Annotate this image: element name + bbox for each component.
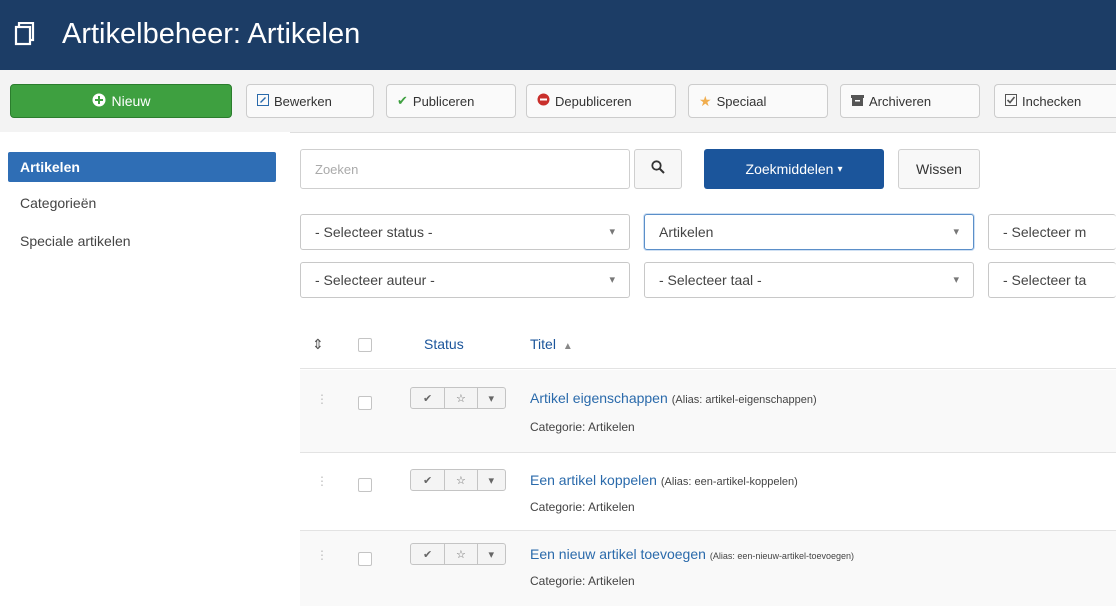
table-row [300, 370, 1116, 452]
caret-down-icon: ▾ [609, 226, 615, 238]
new-button[interactable]: Nieuw [10, 84, 232, 118]
sidebar-item-label: Artikelen [20, 159, 80, 175]
actions-dropdown[interactable]: ▾ [478, 544, 505, 564]
language-filter-value: - Selecteer taal - [659, 272, 762, 288]
title-column-header[interactable]: Titel ▲ [530, 336, 573, 352]
search-placeholder: Zoeken [315, 161, 359, 177]
article-category: Categorie: Artikelen [530, 500, 635, 514]
clear-button[interactable]: Wissen [898, 149, 980, 189]
checkbox-icon [1005, 93, 1017, 109]
unpublish-button-label: Depubliceren [555, 93, 632, 109]
caret-down-icon: ▾ [953, 226, 959, 238]
category-filter-select[interactable]: Artikelen ▾ [644, 214, 974, 250]
caret-down-icon: ▾ [953, 274, 959, 286]
unpublish-button[interactable]: Depubliceren [526, 84, 676, 118]
drag-handle-icon[interactable]: ⋮ [316, 474, 328, 488]
article-title-link[interactable]: Artikel eigenschappen (Alias: artikel-eig… [530, 390, 817, 406]
featured-button[interactable]: ★ Speciaal [688, 84, 828, 118]
sidebar-item-featured[interactable]: Speciale artikelen [8, 229, 276, 253]
article-category: Categorie: Artikelen [530, 420, 635, 434]
sidebar-item-articles[interactable]: Artikelen [8, 152, 276, 182]
unpublish-icon [537, 93, 550, 109]
table-row [300, 453, 1116, 529]
search-input[interactable]: Zoeken [300, 149, 630, 189]
language-filter-select[interactable]: - Selecteer taal - ▾ [644, 262, 974, 298]
featured-toggle[interactable]: ☆ [445, 470, 478, 490]
publish-toggle[interactable]: ✔ [411, 544, 446, 564]
publish-button-label: Publiceren [412, 93, 475, 109]
drag-handle-icon[interactable]: ⋮ [316, 548, 328, 562]
checkin-button[interactable]: Inchecken [994, 84, 1116, 118]
caret-down-icon: ▾ [609, 274, 615, 286]
edit-icon [257, 93, 269, 109]
article-title: Een nieuw artikel toevoegen [530, 546, 706, 562]
actions-dropdown[interactable]: ▾ [478, 388, 505, 408]
max-levels-filter-value: - Selecteer m [1003, 224, 1087, 240]
archive-button[interactable]: Archiveren [840, 84, 980, 118]
tag-filter-select[interactable]: - Selecteer ta [988, 262, 1116, 298]
plus-circle-icon [92, 93, 106, 110]
header-divider [300, 368, 1116, 369]
sidebar-item-label: Speciale artikelen [20, 233, 131, 249]
search-tools-button[interactable]: Zoekmiddelen ▾ [704, 149, 884, 189]
featured-button-label: Speciaal [716, 93, 767, 109]
featured-toggle[interactable]: ☆ [445, 544, 478, 564]
author-filter-value: - Selecteer auteur - [315, 272, 435, 288]
new-button-label: Nieuw [111, 93, 151, 109]
featured-toggle[interactable]: ☆ [445, 388, 478, 408]
edit-button[interactable]: Bewerken [246, 84, 374, 118]
article-alias: (Alias: een-artikel-koppelen) [660, 476, 798, 488]
status-button-group: ✔ ☆ ▾ [410, 469, 506, 491]
search-tools-label: Zoekmiddelen [745, 161, 834, 177]
sort-icon: ▲ [562, 341, 573, 352]
row-checkbox[interactable] [358, 552, 372, 566]
check-icon: ✔ [397, 93, 408, 108]
ordering-sort-icon[interactable]: ⇕ [312, 336, 324, 353]
archive-icon [851, 94, 864, 109]
checkin-button-label: Inchecken [1022, 93, 1082, 109]
status-column-header[interactable]: Status [424, 336, 464, 352]
category-filter-value: Artikelen [659, 224, 714, 240]
sidebar-item-label: Categorieën [20, 195, 97, 211]
sidebar-item-categories[interactable]: Categorieën [8, 191, 276, 215]
publish-button[interactable]: ✔ Publiceren [386, 84, 516, 118]
row-checkbox[interactable] [358, 478, 372, 492]
publish-toggle[interactable]: ✔ [411, 470, 446, 490]
article-alias: (Alias: artikel-eigenschappen) [671, 394, 817, 406]
article-title-link[interactable]: Een nieuw artikel toevoegen (Alias: een-n… [530, 546, 854, 562]
caret-down-icon: ▾ [837, 163, 843, 175]
search-button[interactable] [634, 149, 682, 189]
select-all-checkbox[interactable] [358, 338, 372, 352]
status-filter-select[interactable]: - Selecteer status - ▾ [300, 214, 630, 250]
page-title: Artikelbeheer: Artikelen [62, 18, 361, 50]
edit-button-label: Bewerken [274, 93, 332, 109]
article-category: Categorie: Artikelen [530, 574, 635, 588]
archive-button-label: Archiveren [869, 93, 932, 109]
max-levels-filter-select[interactable]: - Selecteer m [988, 214, 1116, 250]
publish-toggle[interactable]: ✔ [411, 388, 446, 408]
status-filter-value: - Selecteer status - [315, 224, 433, 240]
tag-filter-value: - Selecteer ta [1003, 272, 1087, 288]
status-button-group: ✔ ☆ ▾ [410, 387, 506, 409]
row-checkbox[interactable] [358, 396, 372, 410]
articles-icon [14, 21, 36, 46]
article-title: Een artikel koppelen [530, 472, 657, 488]
search-icon [651, 159, 665, 179]
title-column-label: Titel [530, 336, 556, 352]
actions-dropdown[interactable]: ▾ [478, 470, 505, 490]
article-title-link[interactable]: Een artikel koppelen (Alias: een-artikel-… [530, 472, 798, 488]
star-icon: ★ [699, 92, 712, 109]
author-filter-select[interactable]: - Selecteer auteur - ▾ [300, 262, 630, 298]
article-alias: (Alias: een-nieuw-artikel-toevoegen) [709, 551, 854, 561]
status-button-group: ✔ ☆ ▾ [410, 543, 506, 565]
clear-button-label: Wissen [916, 161, 962, 177]
app-header: Artikelbeheer: Artikelen [0, 0, 1116, 70]
article-title: Artikel eigenschappen [530, 390, 668, 406]
drag-handle-icon[interactable]: ⋮ [316, 392, 328, 406]
